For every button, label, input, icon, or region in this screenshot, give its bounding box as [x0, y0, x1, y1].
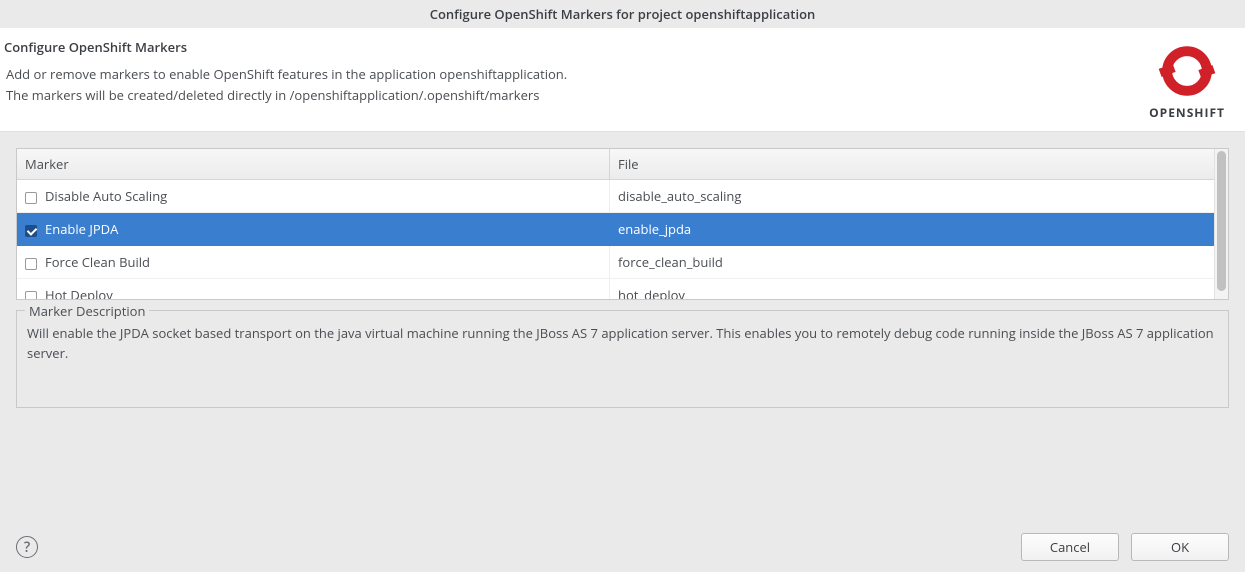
marker-description-group: Marker Description Will enable the JPDA … — [16, 310, 1229, 408]
footer-button-row: Cancel OK — [1021, 533, 1229, 561]
table-row[interactable]: Force Clean Build force_clean_build — [17, 246, 1214, 279]
openshift-logo-label: OPENSHIFT — [1149, 104, 1225, 121]
file-cell[interactable]: enable_jpda — [610, 213, 1215, 246]
page-subtitle: Add or remove markers to enable OpenShif… — [6, 64, 1149, 106]
header-text-block: Configure OpenShift Markers Add or remov… — [6, 38, 1149, 106]
file-cell[interactable]: disable_auto_scaling — [610, 180, 1215, 213]
marker-cell[interactable]: Hot Deploy — [17, 279, 610, 301]
row-checkbox[interactable] — [25, 258, 37, 270]
markers-table-container: Marker File Disable Auto Scaling disable_… — [16, 148, 1229, 300]
openshift-logo: OPENSHIFT — [1149, 38, 1225, 121]
markers-table[interactable]: Marker File Disable Auto Scaling disable_… — [17, 149, 1214, 300]
dialog-body: Marker File Disable Auto Scaling disable_… — [0, 132, 1245, 424]
marker-cell[interactable]: Enable JPDA — [17, 213, 610, 246]
marker-label: Force Clean Build — [45, 253, 150, 271]
scrollbar-thumb[interactable] — [1217, 151, 1226, 291]
marker-cell[interactable]: Force Clean Build — [17, 246, 610, 279]
openshift-logo-icon — [1156, 40, 1218, 102]
file-cell[interactable]: force_clean_build — [610, 246, 1215, 279]
table-header-row: Marker File — [17, 149, 1214, 180]
marker-label: Disable Auto Scaling — [45, 187, 167, 205]
table-row[interactable]: Enable JPDA enable_jpda — [17, 213, 1214, 246]
marker-label: Enable JPDA — [45, 220, 118, 238]
window-title: Configure OpenShift Markers for project … — [0, 0, 1245, 28]
cancel-button[interactable]: Cancel — [1021, 533, 1119, 561]
row-checkbox[interactable] — [25, 192, 37, 204]
column-header-marker[interactable]: Marker — [17, 149, 610, 180]
column-header-file[interactable]: File — [610, 149, 1215, 180]
ok-button[interactable]: OK — [1131, 533, 1229, 561]
help-button[interactable]: ? — [16, 536, 38, 558]
marker-description-text: Will enable the JPDA socket based transp… — [27, 323, 1218, 363]
vertical-scrollbar[interactable] — [1214, 149, 1228, 299]
table-row[interactable]: Hot Deploy hot_deploy — [17, 279, 1214, 301]
marker-description-legend: Marker Description — [25, 302, 149, 320]
dialog-footer: ? Cancel OK — [0, 522, 1245, 572]
row-checkbox[interactable] — [25, 225, 37, 237]
subtitle-line-1: Add or remove markers to enable OpenShif… — [6, 64, 1149, 85]
marker-label: Hot Deploy — [45, 286, 113, 300]
row-checkbox[interactable] — [25, 291, 37, 300]
dialog-header: Configure OpenShift Markers Add or remov… — [0, 28, 1245, 132]
subtitle-line-2: The markers will be created/deleted dire… — [6, 85, 1149, 106]
table-row[interactable]: Disable Auto Scaling disable_auto_scaling — [17, 180, 1214, 213]
marker-cell[interactable]: Disable Auto Scaling — [17, 180, 610, 213]
file-cell[interactable]: hot_deploy — [610, 279, 1215, 301]
page-title: Configure OpenShift Markers — [4, 38, 1149, 56]
